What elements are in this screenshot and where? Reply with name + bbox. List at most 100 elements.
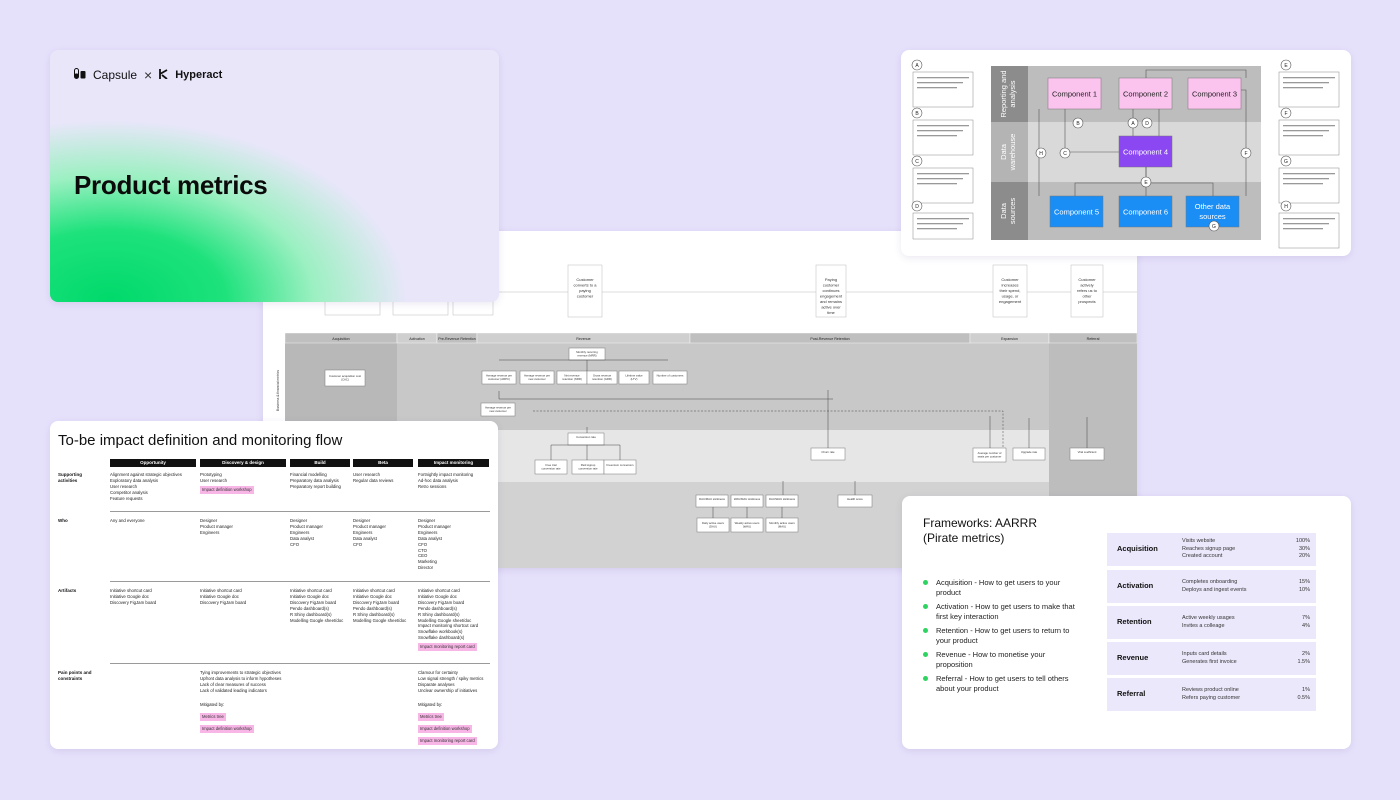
arch-component-label: Component 4 <box>1123 148 1168 157</box>
pm-metric-label: Monthly recurring revenue (MRR) <box>576 350 598 357</box>
arch-note-text-line <box>917 223 963 225</box>
arch-note-letter: H <box>1284 204 1288 210</box>
arch-component-label: Component 2 <box>1123 90 1168 99</box>
arch-note-text-line <box>917 178 963 180</box>
pm-metric-label: DAU/WAU stickiness <box>769 497 796 501</box>
aarrr-title-line2: (Pirate metrics) <box>923 531 1005 545</box>
aarrr-metric-value: 15% <box>1298 579 1310 585</box>
aarrr-metric-label: Refers paying customer <box>1182 694 1241 701</box>
impact-cell: Alignment against strategic objectives E… <box>110 472 182 501</box>
impact-column-header: Build <box>290 459 350 467</box>
impact-row-divider <box>110 663 490 664</box>
aarrr-bullet-dot <box>923 628 928 633</box>
aarrr-metric-row: Completes onboarding 15% <box>1182 579 1310 587</box>
arch-step-letter: D <box>1145 121 1149 127</box>
pm-journey-node-label: Customer increases their spend, usage, or en… <box>999 277 1022 304</box>
pm-journey-node-label: Customer actively refers us to other prospec… <box>1077 277 1098 304</box>
aarrr-stage-activation: Activation Completes onboarding 15% Deploys… <box>1107 570 1316 603</box>
impact-cell: Initiative shortcut card Initiative Goog… <box>110 588 157 605</box>
impact-tag: Metrics tree <box>418 712 444 721</box>
arch-component-label: Component 1 <box>1052 90 1097 99</box>
aarrr-metric-label: Deploys and ingest events <box>1182 586 1247 593</box>
aarrr-metric-label: Generates first invoice <box>1182 658 1237 665</box>
hyperact-logo-icon <box>159 68 168 82</box>
impact-cell: Initiative shortcut card Initiative Goog… <box>290 588 344 623</box>
aarrr-bullet-dot <box>923 652 928 657</box>
aarrr-stage-name: Revenue <box>1117 653 1149 662</box>
aarrr-metric-label: Completes onboarding <box>1182 579 1238 585</box>
pm-metric-label: Net revenue retention (NRR) <box>562 374 582 381</box>
arch-note-text-line <box>1283 228 1323 230</box>
impact-cell: Clamour for certainty Low signal strengt… <box>418 670 484 693</box>
aarrr-metric-row: Reviews product online 1% <box>1182 687 1310 695</box>
brand-lockup: Capsule × Hyperact <box>74 67 222 83</box>
aarrr-bullet-dot <box>923 676 928 681</box>
pm-metric-label: Conversion rate <box>576 435 596 439</box>
aarrr-card: Frameworks: AARRR (Pirate metrics) Acqui… <box>902 496 1351 749</box>
aarrr-metric-value: 4% <box>1302 622 1310 629</box>
aarrr-metric-row: Active weekly usages 7% <box>1182 615 1310 623</box>
arch-component-label: Component 3 <box>1192 90 1237 99</box>
impact-flow-card: To-be impact definition and monitoring f… <box>50 421 498 749</box>
aarrr-metric-value: 1.5% <box>1297 658 1310 665</box>
aarrr-bullet-item: Referral - How to get users to tell othe… <box>923 674 1083 694</box>
aarrr-title-line1: Frameworks: AARRR <box>923 516 1038 530</box>
impact-row-divider <box>110 511 490 512</box>
pm-metric-label: WAU/MAU stickiness <box>734 497 761 501</box>
pm-metric-label: Average revenue per customer (ARPC) <box>486 374 512 381</box>
aarrr-metric-label: Invites a colleage <box>1182 622 1225 629</box>
aarrr-stage-acquisition: Acquisition Visits website 100% Reaches sig… <box>1107 533 1316 566</box>
arch-note-text-line <box>917 87 957 89</box>
impact-flow-title: To-be impact definition and monitoring f… <box>58 432 343 449</box>
aarrr-stage-referral: Referral Reviews product online 1% Refers p… <box>1107 678 1316 711</box>
impact-mitigated-label: Mitigated by: <box>418 701 443 707</box>
arch-note-letter: F <box>1284 111 1287 117</box>
impact-tag: Metrics tree <box>200 712 226 721</box>
arch-note-text-line <box>917 173 969 175</box>
pm-metric-label: Health score <box>847 497 863 501</box>
aarrr-bullet-item: Activation - How to get users to make th… <box>923 602 1083 622</box>
aarrr-stage-retention: Retention Active weekly usages 7% Invites a… <box>1107 606 1316 639</box>
aarrr-metric-value: 0.5% <box>1297 694 1310 701</box>
capsule-logo-icon <box>74 68 86 82</box>
aarrr-stage-metrics: Completes onboarding 15% Deploys and inges… <box>1182 579 1310 594</box>
pm-metric-label: Gross revenue retention (GRR) <box>592 374 612 381</box>
impact-cell: Designer Product manager Engineers <box>200 518 233 535</box>
aarrr-metric-row: Reaches signup page 30% <box>1182 546 1310 554</box>
arch-note-letter: D <box>915 204 919 210</box>
pm-metric-label: Churn rate <box>821 450 835 454</box>
aarrr-metric-label: Reaches signup page <box>1182 545 1236 552</box>
page-title: Product metrics <box>74 170 268 200</box>
pm-metric-label: Viral coefficient <box>1078 450 1097 454</box>
impact-row-label: Who <box>58 518 68 523</box>
arch-note-text-line <box>1283 223 1329 225</box>
pm-phase-label: Acquisition <box>332 337 349 341</box>
arch-note-text-line <box>1283 87 1323 89</box>
brand-separator: × <box>144 67 153 83</box>
impact-row-label: Pain points and constraints <box>58 670 92 681</box>
aarrr-metric-row: Created account 20% <box>1182 553 1310 561</box>
aarrr-bullet-text: Retention - How to get users to return t… <box>936 626 1070 645</box>
arch-note-text-line <box>917 228 957 230</box>
impact-cell: Any and everyone <box>110 518 145 523</box>
aarrr-bullet-dot <box>923 604 928 609</box>
arch-component-label: Component 5 <box>1054 208 1099 217</box>
aarrr-title: Frameworks: AARRR (Pirate metrics) <box>923 516 1037 546</box>
impact-cell: User research Regular data reviews <box>353 472 394 483</box>
brand-right: Hyperact <box>175 69 223 81</box>
impact-tag: Impact monitoring report card <box>418 643 477 652</box>
impact-cell: Fortnightly impact monitoring Ad-hoc dat… <box>418 472 474 489</box>
aarrr-metric-row: Invites a colleage 4% <box>1182 623 1310 631</box>
aarrr-metric-value: 20% <box>1298 553 1310 559</box>
aarrr-metric-value: 7% <box>1302 615 1310 621</box>
architecture-diagram: Reporting andanalysisDatawarehouseDataso… <box>911 59 1340 249</box>
arch-note-box <box>912 212 974 240</box>
pm-metric-label: DAU/MAU stickiness <box>699 497 725 501</box>
arch-note-text-line <box>917 135 957 137</box>
pm-phase-label: Pre-Revenue Retention <box>438 337 476 341</box>
architecture-card: Reporting andanalysis Datawarehouse Dataso… <box>901 50 1351 256</box>
arch-step-letter: F <box>1244 151 1247 157</box>
arch-note-text-line <box>917 218 969 220</box>
impact-cell: Tying improvements to strategic objectiv… <box>200 670 282 693</box>
aarrr-metric-label: Created account <box>1182 553 1223 559</box>
